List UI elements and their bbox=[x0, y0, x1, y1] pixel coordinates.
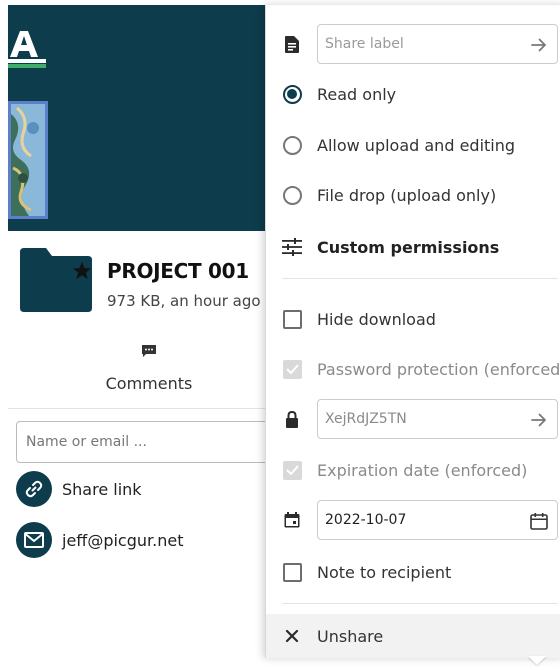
file-preview-banner bbox=[8, 5, 270, 231]
custom-permissions-label: Custom permissions bbox=[317, 237, 500, 257]
share-user-email: jeff@picgur.net bbox=[62, 530, 184, 550]
date-row bbox=[266, 498, 560, 542]
menu-separator bbox=[282, 278, 558, 279]
radio-read-only-label: Read only bbox=[317, 84, 397, 104]
password-protection-box bbox=[282, 359, 302, 379]
calendar-icon bbox=[282, 510, 302, 530]
unshare-label: Unshare bbox=[317, 626, 384, 646]
radio-file-drop-indicator[interactable] bbox=[282, 185, 302, 205]
tab-comments-label: Comments bbox=[105, 374, 193, 393]
tab-comments[interactable]: Comments bbox=[60, 344, 238, 402]
comment-icon bbox=[142, 345, 156, 357]
link-icon bbox=[25, 480, 43, 498]
password-protection-checkbox: Password protection (enforced) bbox=[266, 347, 560, 391]
hide-download-checkbox[interactable]: Hide download bbox=[266, 297, 560, 341]
brand-logo-icon bbox=[8, 27, 46, 71]
radio-allow-upload-label: Allow upload and editing bbox=[317, 135, 516, 155]
folder-icon bbox=[20, 248, 92, 312]
close-icon bbox=[282, 626, 302, 646]
expiration-date-label: Expiration date (enforced) bbox=[317, 460, 528, 480]
check-icon bbox=[285, 465, 299, 475]
menu-pointer-arrow bbox=[528, 656, 546, 665]
custom-permissions-button[interactable]: Custom permissions bbox=[266, 225, 560, 269]
share-label-input[interactable] bbox=[325, 36, 515, 52]
calendar-picker-icon[interactable] bbox=[529, 511, 549, 531]
radio-allow-upload-indicator[interactable] bbox=[282, 135, 302, 155]
file-title: PROJECT 001 bbox=[107, 259, 249, 283]
user-avatar bbox=[16, 522, 52, 558]
share-label-field[interactable] bbox=[317, 24, 558, 64]
password-row bbox=[266, 397, 560, 441]
share-search-input[interactable] bbox=[16, 421, 278, 463]
hide-download-label: Hide download bbox=[317, 309, 436, 329]
note-to-recipient-label: Note to recipient bbox=[317, 562, 452, 582]
radio-file-drop[interactable]: File drop (upload only) bbox=[266, 173, 560, 217]
menu-separator bbox=[282, 603, 558, 604]
share-user-row[interactable]: jeff@picgur.net bbox=[16, 522, 183, 558]
file-meta: 973 KB, an hour ago bbox=[107, 292, 261, 310]
hide-download-box[interactable] bbox=[282, 309, 302, 329]
radio-read-only[interactable]: Read only bbox=[266, 72, 560, 116]
image-thumbnail bbox=[8, 101, 48, 219]
unshare-button[interactable]: Unshare bbox=[266, 614, 560, 658]
share-label-row bbox=[266, 22, 560, 66]
expiration-date-box bbox=[282, 460, 302, 480]
share-link-avatar bbox=[16, 471, 52, 507]
expiration-date-input[interactable] bbox=[325, 512, 515, 528]
note-to-recipient-checkbox[interactable]: Note to recipient bbox=[266, 550, 560, 594]
expiration-date-checkbox: Expiration date (enforced) bbox=[266, 448, 560, 492]
expiration-date-field[interactable] bbox=[317, 500, 558, 540]
note-to-recipient-box[interactable] bbox=[282, 562, 302, 582]
check-icon bbox=[285, 364, 299, 374]
tab-divider bbox=[8, 408, 266, 409]
tune-icon bbox=[282, 237, 302, 257]
arrow-right-icon[interactable] bbox=[529, 35, 549, 55]
share-options-menu: Read only Allow upload and editing File … bbox=[265, 5, 560, 658]
radio-read-only-indicator[interactable] bbox=[282, 84, 302, 104]
note-icon bbox=[282, 34, 302, 54]
arrow-right-icon[interactable] bbox=[529, 410, 549, 430]
lock-icon bbox=[282, 409, 302, 429]
password-field[interactable] bbox=[317, 399, 558, 439]
mail-icon bbox=[24, 532, 44, 548]
share-link-label: Share link bbox=[62, 479, 142, 499]
password-protection-label: Password protection (enforced) bbox=[317, 359, 560, 379]
radio-allow-upload-editing[interactable]: Allow upload and editing bbox=[266, 123, 560, 167]
share-link-row[interactable]: Share link bbox=[16, 471, 142, 507]
radio-file-drop-label: File drop (upload only) bbox=[317, 185, 497, 205]
password-input[interactable] bbox=[325, 411, 515, 427]
